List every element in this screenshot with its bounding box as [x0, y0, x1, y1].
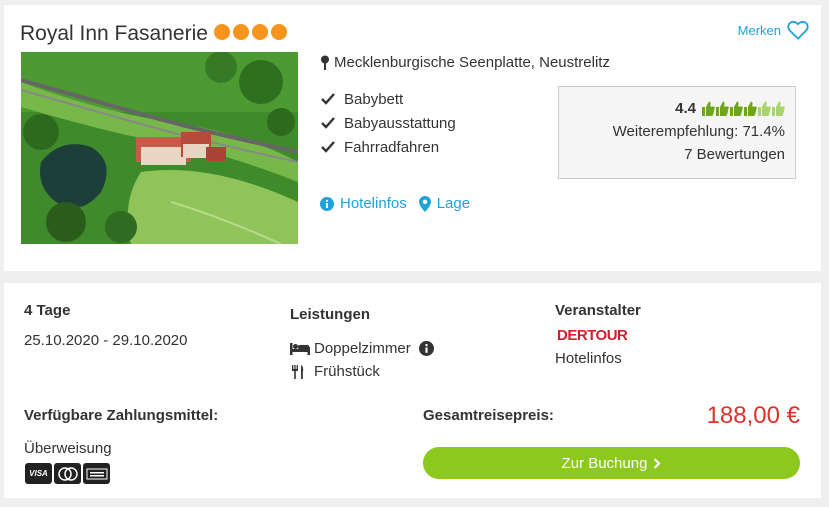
service-label: Doppelzimmer — [314, 340, 411, 357]
review-count: 7 Bewertungen — [684, 146, 785, 163]
recommendation-rate: Weiterempfehlung: 71.4% — [612, 123, 785, 140]
book-button[interactable]: Zur Buchung — [423, 447, 800, 479]
organizer-label: Veranstalter — [555, 302, 641, 319]
location-text: Mecklenburgische Seenplatte, Neustrelitz — [334, 54, 610, 71]
payment-label: Verfügbare Zahlungsmittel: — [24, 407, 219, 424]
star-icon — [233, 24, 249, 40]
list-item: Babyausstattung — [320, 111, 456, 135]
feature-list: Babybett Babyausstattung Fahrradfahren — [320, 87, 456, 159]
travel-dates: 25.10.2020 - 29.10.2020 — [24, 332, 188, 349]
total-label: Gesamtreisepreis: — [423, 407, 554, 424]
star-icon — [214, 24, 230, 40]
service-room: Doppelzimmer — [290, 340, 434, 357]
list-item: Babybett — [320, 87, 456, 111]
info-icon[interactable] — [418, 341, 434, 356]
thumb-up-icon — [744, 101, 757, 116]
thumb-up-icon — [716, 101, 729, 116]
hotelinfos-label: Hotelinfos — [340, 195, 407, 212]
book-button-label: Zur Buchung — [561, 454, 648, 472]
rating-line: 4.4 — [559, 97, 785, 119]
hotel-links: Hotelinfos Lage — [320, 195, 470, 212]
check-icon — [321, 117, 335, 129]
hotel-image[interactable] — [21, 52, 298, 244]
feature-label: Fahrradfahren — [344, 138, 440, 156]
organizer-hotelinfos-link[interactable]: Hotelinfos — [555, 350, 622, 367]
hotel-location: Mecklenburgische Seenplatte, Neustrelitz — [320, 54, 610, 71]
rating-thumbs — [702, 101, 785, 116]
total-price: 188,00 € — [706, 402, 800, 429]
bed-icon — [290, 342, 310, 355]
service-board: Frühstück — [290, 363, 380, 380]
rating-value: 4.4 — [675, 99, 696, 117]
hotelinfos-link[interactable]: Hotelinfos — [320, 195, 407, 212]
list-item: Fahrradfahren — [320, 135, 456, 159]
thumb-up-icon — [772, 101, 785, 116]
pin-icon — [321, 55, 329, 70]
check-icon — [321, 93, 335, 105]
thumb-up-icon — [702, 101, 715, 116]
chevron-right-icon — [654, 457, 661, 469]
rating-box[interactable]: 4.4 Weiterempfehlung: 71.4% 7 Bewertunge… — [558, 86, 796, 179]
service-label: Frühstück — [314, 363, 380, 380]
merken-button[interactable]: Merken — [738, 20, 809, 40]
amex-icon — [83, 463, 110, 484]
lage-link[interactable]: Lage — [418, 195, 471, 212]
feature-label: Babybett — [344, 90, 404, 108]
thumb-up-icon — [730, 101, 743, 116]
cutlery-icon — [292, 364, 304, 379]
hotel-name[interactable]: Royal Inn Fasanerie — [20, 22, 208, 46]
lage-label: Lage — [436, 195, 471, 212]
mastercard-icon — [54, 463, 81, 484]
payment-cards: VISA — [25, 463, 110, 484]
thumb-up-icon — [758, 101, 771, 116]
star-icon — [271, 24, 287, 40]
visa-icon: VISA — [25, 463, 52, 484]
hotel-stars — [214, 24, 287, 40]
hotel-aerial-photo — [21, 52, 298, 244]
star-icon — [252, 24, 268, 40]
check-icon — [321, 141, 335, 153]
map-marker-icon — [418, 195, 431, 212]
duration: 4 Tage — [24, 302, 71, 319]
dertour-logo: DERTOUR — [557, 327, 628, 344]
info-icon — [320, 196, 334, 211]
services-label: Leistungen — [290, 306, 371, 323]
merken-label: Merken — [737, 22, 781, 38]
feature-label: Babyausstattung — [344, 114, 456, 132]
payment-method: Überweisung — [24, 440, 112, 457]
heart-icon — [787, 20, 809, 40]
